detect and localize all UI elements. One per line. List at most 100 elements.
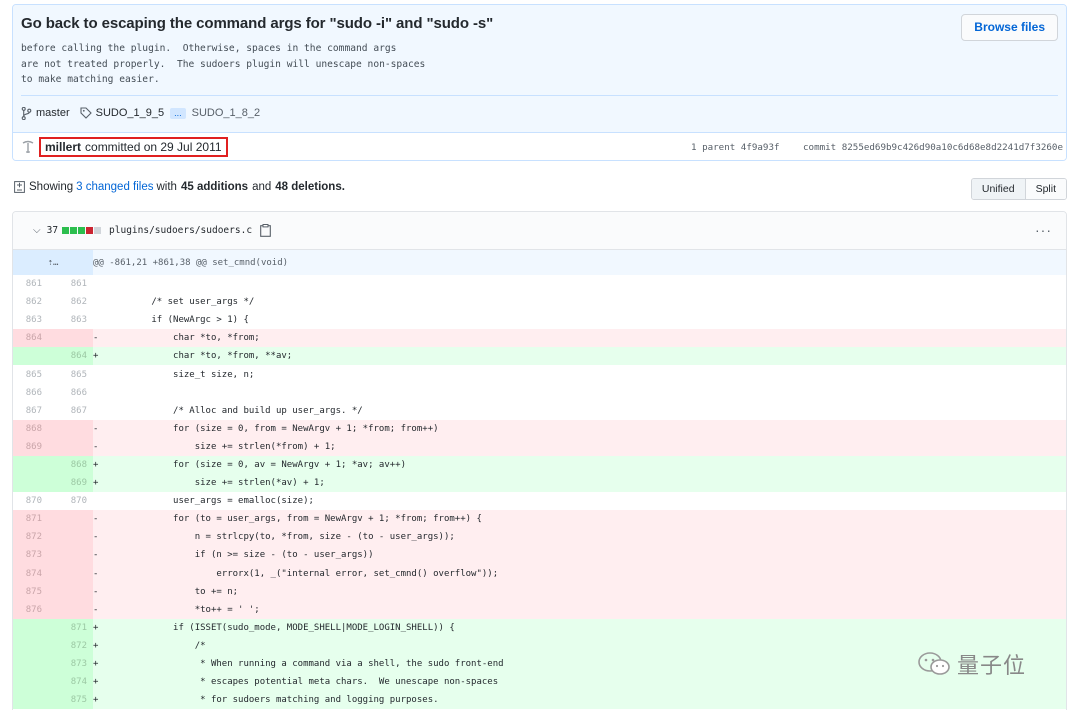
old-line-number[interactable]: 866	[13, 383, 48, 402]
old-line-number[interactable]	[13, 691, 48, 710]
old-line-number[interactable]: 862	[13, 293, 48, 312]
old-line-number[interactable]: 863	[13, 311, 48, 330]
old-line-number[interactable]: 874	[13, 564, 48, 583]
old-line-number[interactable]	[13, 474, 48, 493]
new-line-number[interactable]	[48, 528, 93, 547]
code-line: /* Alloc and build up user_args. */	[108, 405, 363, 416]
changed-files-link[interactable]: 3 changed files	[76, 181, 153, 193]
commit-description: before calling the plugin. Otherwise, sp…	[21, 43, 426, 85]
summary-and: and	[252, 181, 272, 193]
new-line-number[interactable]: 868	[48, 455, 93, 475]
old-line-number[interactable]: 871	[13, 510, 48, 529]
split-view-button[interactable]: Split	[1025, 179, 1066, 199]
old-line-number[interactable]	[13, 673, 48, 692]
tag-link-last[interactable]: SUDO_1_8_2	[192, 107, 261, 119]
commit-author-highlight: millert committed on 29 Jul 2011	[39, 137, 228, 157]
old-line-number[interactable]: 867	[13, 401, 48, 420]
new-line-number[interactable]: 874	[48, 673, 93, 692]
old-line-number[interactable]	[13, 636, 48, 655]
old-line-number[interactable]: 864	[13, 329, 48, 348]
deletions-count: 48 deletions.	[275, 181, 345, 193]
commit-title: Go back to escaping the command args for…	[21, 15, 494, 32]
old-line-number[interactable]: 865	[13, 365, 48, 384]
diff-summary: Showing 3 changed files with 45 addition…	[14, 181, 349, 193]
diff-marker: -	[93, 600, 108, 619]
summary-showing: Showing	[29, 181, 74, 193]
old-line-number[interactable]	[13, 347, 48, 366]
old-line-number[interactable]: 875	[13, 582, 48, 601]
diff-marker	[93, 402, 108, 420]
new-line-number[interactable]	[48, 564, 93, 583]
old-line-number[interactable]: 876	[13, 600, 48, 619]
new-line-number[interactable]	[48, 419, 93, 438]
file-options-button[interactable]: ···	[1035, 222, 1052, 238]
old-line-number[interactable]	[13, 455, 48, 475]
new-line-number[interactable]: 875	[48, 691, 93, 710]
new-line-number[interactable]: 865	[48, 365, 93, 384]
file-header: ⌵ 37 plugins/sudoers/sudoers.c ···	[13, 212, 1066, 250]
diff-marker: +	[93, 618, 108, 637]
chevron-down-icon[interactable]: ⌵	[33, 225, 41, 236]
hunk-header-row: ⇡… @@ -861,21 +861,38 @@ set_cmnd(void)	[13, 250, 1066, 275]
new-line-number[interactable]	[48, 546, 93, 565]
tag-icon	[80, 107, 92, 119]
new-line-number[interactable]: 864	[48, 347, 93, 366]
file-path-link[interactable]: plugins/sudoers/sudoers.c	[109, 225, 252, 236]
old-line-number[interactable]	[13, 654, 48, 674]
old-line-number[interactable]	[13, 618, 48, 637]
new-line-number[interactable]: 873	[48, 654, 93, 674]
new-line-number[interactable]	[48, 600, 93, 619]
diff-line-row: 863 863 if (NewArgc > 1) {	[13, 311, 1066, 330]
diffstat-bar	[62, 227, 102, 234]
diff-line-row: 865 865 size_t size, n;	[13, 365, 1066, 384]
new-line-number[interactable]: 867	[48, 401, 93, 420]
code-line: char *to, *from;	[108, 329, 1066, 348]
divider	[21, 95, 1058, 96]
watermark: 量子位	[917, 648, 1026, 680]
diff-line-row: 862 862 /* set user_args */	[13, 293, 1066, 312]
parent-commit-link[interactable]: 1 parent 4f9a93f	[691, 142, 780, 153]
author-link[interactable]: millert	[45, 140, 81, 154]
diff-marker: -	[93, 437, 108, 456]
new-line-number[interactable]	[48, 437, 93, 456]
unified-view-button[interactable]: Unified	[971, 179, 1026, 199]
tags-expand-button[interactable]: ...	[170, 107, 186, 119]
diff-marker: +	[93, 654, 108, 674]
new-line-number[interactable]: 871	[48, 618, 93, 637]
diff-marker	[93, 275, 108, 293]
avatar[interactable]	[21, 140, 35, 154]
old-line-number[interactable]: 870	[13, 492, 48, 511]
diff-marker: +	[93, 474, 108, 493]
diff-line-row: 868 + for (size = 0, av = NewArgv + 1; *a…	[13, 455, 1066, 475]
new-line-number[interactable]: 862	[48, 293, 93, 312]
old-line-number[interactable]: 873	[13, 546, 48, 565]
new-line-number[interactable]	[48, 582, 93, 601]
diff-marker: +	[93, 347, 108, 366]
new-line-number[interactable]: 872	[48, 636, 93, 655]
old-line-number[interactable]: 868	[13, 419, 48, 438]
diff-line-row: 872 + /*	[13, 636, 1066, 655]
commit-meta-row: millert committed on 29 Jul 2011 1 paren…	[13, 132, 1066, 160]
code-line: size += strlen(*av) + 1;	[108, 474, 1066, 493]
new-line-number[interactable]	[48, 329, 93, 348]
diff-marker: -	[93, 510, 108, 529]
new-line-number[interactable]: 861	[48, 275, 93, 294]
clipboard-icon[interactable]	[260, 224, 271, 237]
tag-link-first[interactable]: SUDO_1_9_5	[96, 107, 165, 119]
new-line-number[interactable]: 869	[48, 474, 93, 493]
browse-files-button[interactable]: Browse files	[961, 14, 1058, 41]
diff-marker	[93, 293, 108, 311]
old-line-number[interactable]: 869	[13, 437, 48, 456]
new-line-number[interactable]: 866	[48, 383, 93, 402]
old-line-number[interactable]: 861	[13, 275, 48, 294]
commit-sha: commit 8255ed69b9c426d90a10c6d68e8d2241d…	[803, 142, 1063, 153]
code-line: size_t size, n;	[108, 369, 255, 380]
new-line-number[interactable]: 870	[48, 492, 93, 511]
expand-up-icon[interactable]: ⇡…	[13, 250, 93, 275]
diff-view-toggle: Unified Split	[970, 178, 1067, 200]
diff-marker	[93, 365, 108, 383]
new-line-number[interactable]: 863	[48, 311, 93, 330]
branch-link[interactable]: master	[36, 107, 70, 119]
new-line-number[interactable]	[48, 510, 93, 529]
old-line-number[interactable]: 872	[13, 528, 48, 547]
